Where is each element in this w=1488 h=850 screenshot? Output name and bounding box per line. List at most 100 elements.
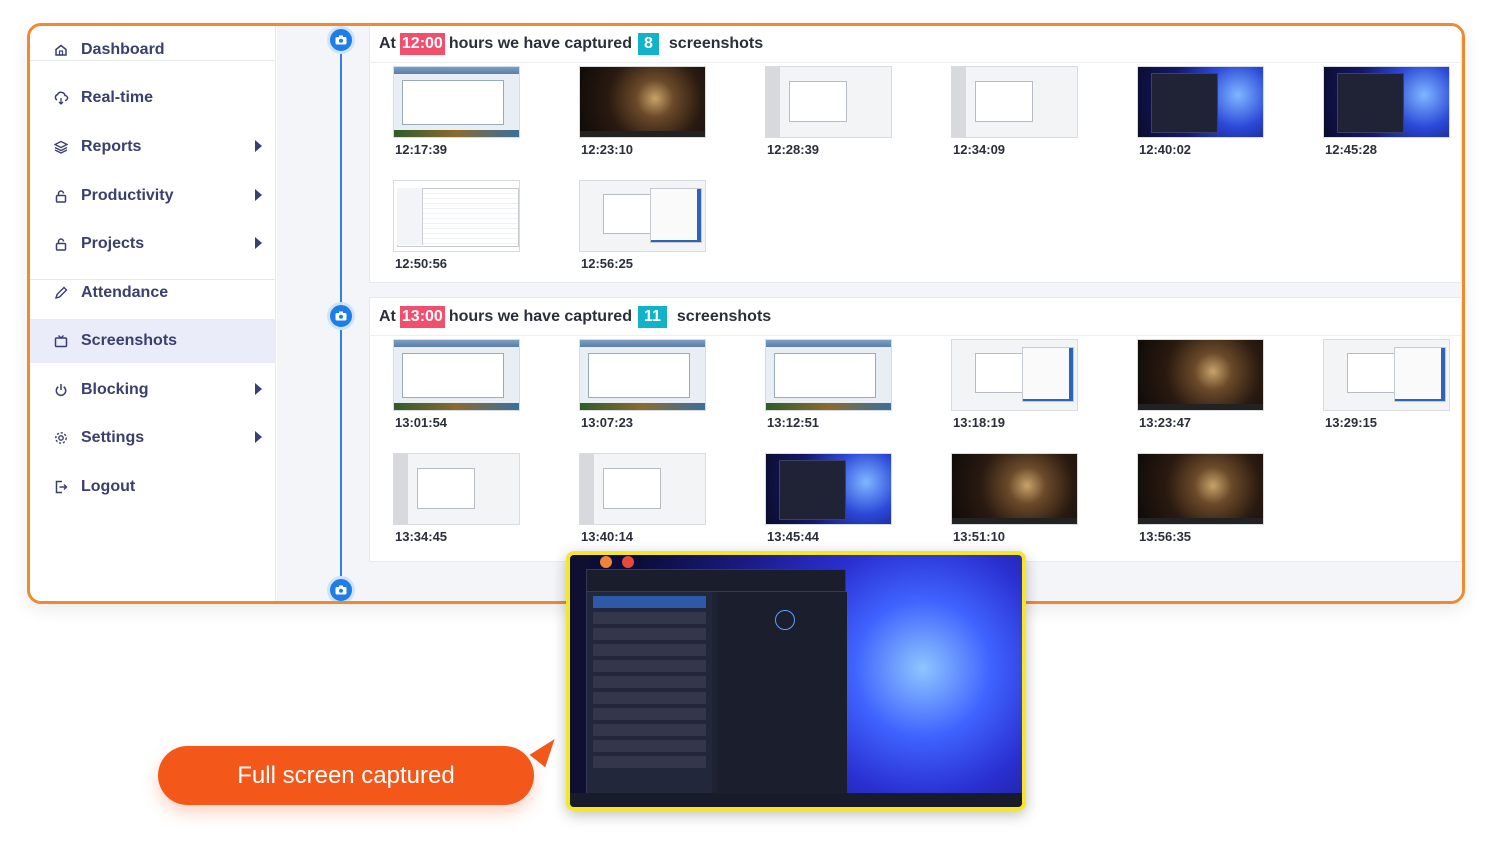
count-badge: 8 xyxy=(637,32,659,55)
screenshot-thumbnail[interactable]: 13:12:51 xyxy=(765,339,895,430)
hour-badge: 12:00 xyxy=(399,32,445,55)
hour-section: At 12:00 hours we have captured 8 screenshot… xyxy=(369,26,1462,283)
screenshot-image[interactable] xyxy=(579,66,706,138)
screenshot-image[interactable] xyxy=(951,339,1078,411)
screenshot-image[interactable] xyxy=(579,453,706,525)
screenshot-thumbnail[interactable]: 13:51:10 xyxy=(951,453,1081,544)
screenshot-thumbnail[interactable]: 12:23:10 xyxy=(579,66,709,157)
sidebar-item-label: Screenshots xyxy=(81,332,178,349)
sidebar-item-reports[interactable]: Reports xyxy=(30,125,276,169)
screenshot-time: 12:40:02 xyxy=(1139,142,1192,157)
header-prefix: At xyxy=(379,307,396,325)
screenshot-image[interactable] xyxy=(765,453,892,525)
screenshot-image[interactable] xyxy=(951,66,1078,138)
screenshot-image[interactable] xyxy=(579,339,706,411)
hour-section-header: At 13:00 hours we have captured 11 screensho… xyxy=(370,298,1461,336)
app-frame: Dashboard Real-time Reports Productivity Pro… xyxy=(27,23,1465,604)
hour-badge: 13:00 xyxy=(399,305,445,328)
home-icon xyxy=(52,41,70,59)
screenshots-timeline: At 12:00 hours we have captured 8 screenshot… xyxy=(277,26,1462,601)
screenshot-image[interactable] xyxy=(765,66,892,138)
screenshot-image[interactable] xyxy=(579,180,706,252)
chevron-right-icon xyxy=(255,383,262,395)
screenshot-thumbnail[interactable]: 13:45:44 xyxy=(765,453,895,544)
screenshot-time: 12:34:09 xyxy=(953,142,1006,157)
screenshot-image[interactable] xyxy=(1137,339,1264,411)
chevron-right-icon xyxy=(255,431,262,443)
header-text: hours we have captured xyxy=(448,307,632,325)
screenshot-time: 13:56:35 xyxy=(1139,529,1192,544)
taskbar xyxy=(570,793,1022,807)
sidebar-item-blocking[interactable]: Blocking xyxy=(30,368,276,412)
screenshot-image[interactable] xyxy=(1323,339,1450,411)
screenshot-time: 12:17:39 xyxy=(395,142,448,157)
screenshot-image[interactable] xyxy=(393,339,520,411)
screenshot-thumbnail[interactable]: 13:07:23 xyxy=(579,339,709,430)
sidebar-item-label: Settings xyxy=(81,429,145,446)
screenshot-thumbnail[interactable]: 13:34:45 xyxy=(393,453,523,544)
screenshot-thumbnail[interactable]: 13:29:15 xyxy=(1323,339,1453,430)
screenshot-thumbnail[interactable]: 12:50:56 xyxy=(393,180,523,271)
screenshot-time: 12:45:28 xyxy=(1325,142,1378,157)
screenshot-thumbnail[interactable]: 13:01:54 xyxy=(393,339,523,430)
screenshot-thumbnail[interactable]: 13:18:19 xyxy=(951,339,1081,430)
tv-icon xyxy=(52,332,70,350)
screenshot-time: 12:23:10 xyxy=(581,142,634,157)
cloud-icon xyxy=(52,89,70,107)
sidebar-item-dashboard[interactable]: Dashboard xyxy=(30,28,276,72)
screenshot-thumbnail[interactable]: 12:28:39 xyxy=(765,66,895,157)
screenshot-image[interactable] xyxy=(393,180,520,252)
chevron-right-icon xyxy=(255,237,262,249)
sidebar-item-label: Reports xyxy=(81,138,142,155)
power-icon xyxy=(52,381,70,399)
sidebar-item-attendance[interactable]: Attendance xyxy=(30,271,276,315)
lock-icon xyxy=(52,187,70,205)
browser-icons xyxy=(600,555,670,568)
screenshot-thumbnail[interactable]: 12:56:25 xyxy=(579,180,709,271)
full-screen-preview[interactable] xyxy=(566,551,1026,811)
search-tabs xyxy=(587,570,845,592)
screenshot-image[interactable] xyxy=(951,453,1078,525)
screenshot-time: 13:01:54 xyxy=(395,415,448,430)
screenshot-thumbnail[interactable]: 12:34:09 xyxy=(951,66,1081,157)
sidebar-item-productivity[interactable]: Productivity xyxy=(30,174,276,218)
camera-icon xyxy=(327,26,355,54)
screenshot-image[interactable] xyxy=(765,339,892,411)
screenshot-thumbnail[interactable]: 13:23:47 xyxy=(1137,339,1267,430)
gear-icon xyxy=(52,429,70,447)
screenshot-image[interactable] xyxy=(393,66,520,138)
header-suffix: screenshots xyxy=(668,34,764,52)
sidebar-item-label: Real-time xyxy=(81,89,154,106)
screenshot-time: 13:12:51 xyxy=(767,415,820,430)
layers-icon xyxy=(52,138,70,156)
sidebar-item-label: Productivity xyxy=(81,187,174,204)
screenshot-time: 13:34:45 xyxy=(395,529,448,544)
chevron-right-icon xyxy=(255,189,262,201)
header-prefix: At xyxy=(379,34,396,52)
sidebar-item-label: Attendance xyxy=(81,284,169,301)
sidebar-item-real-time[interactable]: Real-time xyxy=(30,76,276,120)
sidebar-item-label: Logout xyxy=(81,478,136,495)
camera-icon xyxy=(327,302,355,330)
hour-section-header: At 12:00 hours we have captured 8 screenshot… xyxy=(370,26,1461,63)
screenshot-image[interactable] xyxy=(393,453,520,525)
screenshot-time: 12:50:56 xyxy=(395,256,448,271)
screenshot-thumbnail[interactable]: 12:40:02 xyxy=(1137,66,1267,157)
screenshot-thumbnail[interactable]: 13:56:35 xyxy=(1137,453,1267,544)
full-screen-captured-callout: Full screen captured xyxy=(158,746,534,805)
screenshot-image[interactable] xyxy=(1137,66,1264,138)
sidebar-item-settings[interactable]: Settings xyxy=(30,416,276,460)
screenshot-thumbnail[interactable]: 13:40:14 xyxy=(579,453,709,544)
screenshot-image[interactable] xyxy=(1323,66,1450,138)
screenshot-time: 13:23:47 xyxy=(1139,415,1192,430)
screenshot-image[interactable] xyxy=(1137,453,1264,525)
sidebar-item-projects[interactable]: Projects xyxy=(30,222,276,266)
screenshot-time: 13:29:15 xyxy=(1325,415,1378,430)
screenshot-thumbnail[interactable]: 12:45:28 xyxy=(1323,66,1453,157)
sidebar-item-logout[interactable]: Logout xyxy=(30,465,276,509)
screenshot-thumbnail[interactable]: 12:17:39 xyxy=(393,66,523,157)
screenshot-time: 13:18:19 xyxy=(953,415,1006,430)
lock-icon xyxy=(52,235,70,253)
sidebar-item-screenshots[interactable]: Screenshots xyxy=(30,319,276,363)
search-results-list xyxy=(587,592,712,796)
